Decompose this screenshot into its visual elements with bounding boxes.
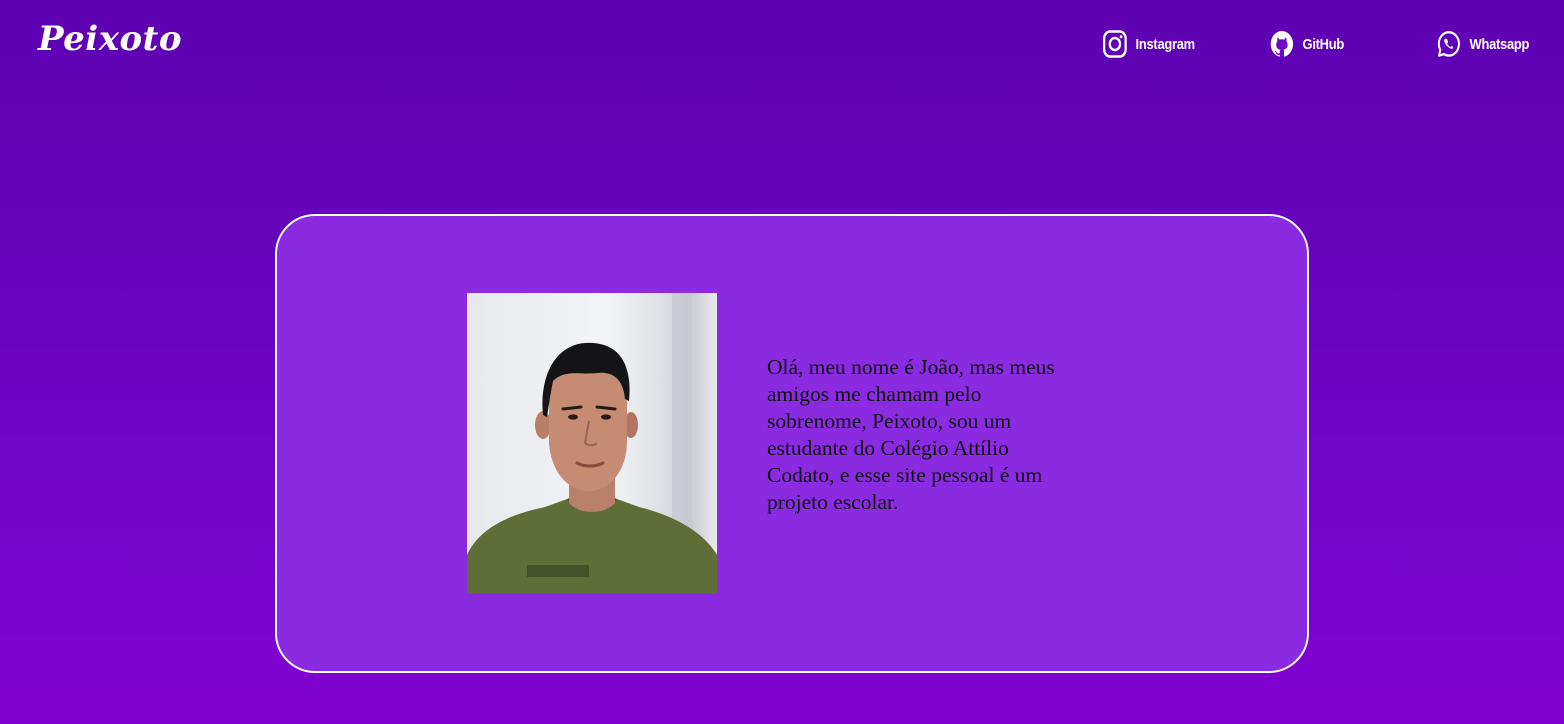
github-icon <box>1269 29 1295 59</box>
bio-text: Olá, meu nome é João, mas meus amigos me… <box>767 355 1055 514</box>
instagram-icon <box>1102 29 1128 59</box>
about-card: Olá, meu nome é João, mas meus amigos me… <box>275 214 1309 673</box>
nav-label-whatsapp: Whatsapp <box>1469 35 1530 53</box>
nav-link-github[interactable]: GitHub <box>1269 28 1344 60</box>
profile-photo-illustration <box>467 293 717 593</box>
nav-link-whatsapp[interactable]: Whatsapp <box>1436 28 1529 60</box>
nav-label-instagram: Instagram <box>1135 35 1196 53</box>
nav-link-instagram[interactable]: Instagram <box>1102 28 1195 60</box>
top-nav: Instagram GitHub Whatsapp <box>0 28 1564 60</box>
profile-photo <box>467 293 717 593</box>
whatsapp-icon <box>1436 29 1462 59</box>
nav-label-github: GitHub <box>1302 35 1345 53</box>
